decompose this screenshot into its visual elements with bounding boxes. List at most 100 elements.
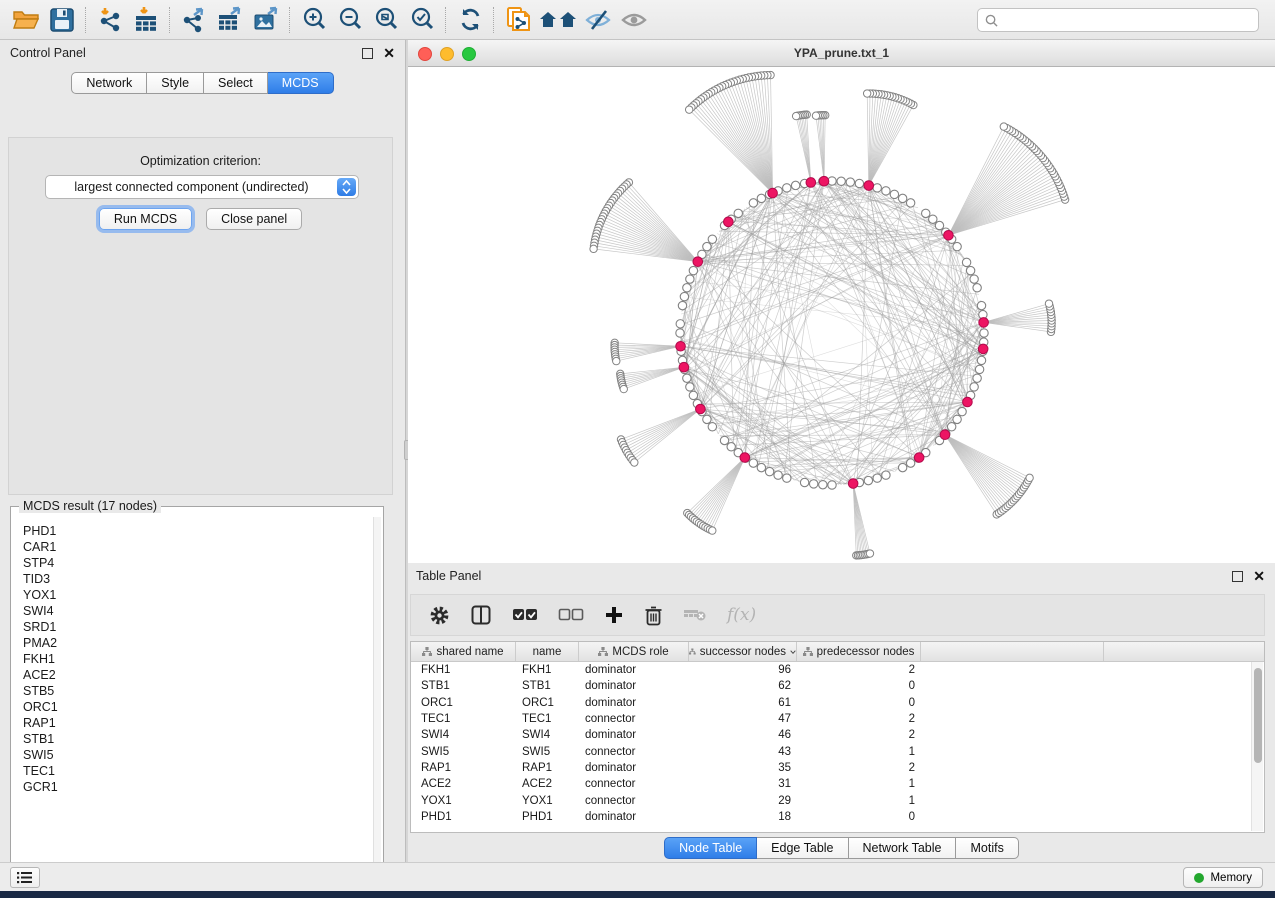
result-node-item[interactable]: SWI5 — [23, 747, 373, 763]
mcds-hub-node[interactable] — [978, 344, 988, 354]
table-row[interactable]: RAP1RAP1dominator352 — [411, 760, 1264, 776]
result-node-item[interactable]: STB1 — [23, 731, 373, 747]
ring-node[interactable] — [953, 415, 961, 423]
table-row[interactable]: PHD1PHD1dominator180 — [411, 809, 1264, 825]
ring-node[interactable] — [828, 481, 836, 489]
import-table-button[interactable] — [128, 4, 164, 36]
ring-node[interactable] — [929, 215, 937, 223]
run-mcds-button[interactable]: Run MCDS — [99, 208, 192, 230]
tab-select[interactable]: Select — [204, 72, 268, 94]
ring-node[interactable] — [973, 284, 981, 292]
table-row[interactable]: ORC1ORC1dominator610 — [411, 695, 1264, 711]
satellite-node[interactable] — [685, 106, 692, 113]
result-node-item[interactable]: GCR1 — [23, 779, 373, 795]
zoom-in-button[interactable] — [296, 4, 332, 36]
ring-node[interactable] — [703, 242, 711, 250]
result-node-item[interactable]: STP4 — [23, 555, 373, 571]
ring-node[interactable] — [970, 275, 978, 283]
close-table-panel-icon[interactable]: ✕ — [1253, 569, 1265, 583]
tab-node-table[interactable]: Node Table — [664, 837, 757, 859]
ring-node[interactable] — [676, 329, 684, 337]
add-column-button[interactable] — [604, 605, 624, 625]
tab-edge-table[interactable]: Edge Table — [757, 837, 848, 859]
close-panel-icon[interactable]: ✕ — [383, 46, 395, 60]
column-header-predecessor-nodes[interactable]: predecessor nodes — [797, 642, 921, 661]
ring-node[interactable] — [783, 184, 791, 192]
satellite-node[interactable] — [1045, 300, 1052, 307]
satellite-node[interactable] — [863, 90, 870, 97]
satellite-node[interactable] — [709, 527, 716, 534]
table-row[interactable]: FKH1FKH1dominator962 — [411, 662, 1264, 678]
ring-node[interactable] — [898, 194, 906, 202]
satellite-node[interactable] — [812, 112, 819, 119]
close-panel-button[interactable]: Close panel — [206, 208, 302, 230]
table-scrollbar-thumb[interactable] — [1254, 668, 1262, 763]
ring-node[interactable] — [708, 423, 716, 431]
result-node-item[interactable]: TEC1 — [23, 763, 373, 779]
mcds-hub-node[interactable] — [696, 404, 706, 414]
ring-node[interactable] — [757, 463, 765, 471]
export-network-button[interactable] — [176, 4, 212, 36]
ring-node[interactable] — [970, 383, 978, 391]
float-table-panel-icon[interactable] — [1232, 571, 1243, 582]
mcds-hub-node[interactable] — [979, 318, 989, 328]
network-canvas[interactable] — [408, 67, 1275, 564]
mcds-hub-node[interactable] — [914, 453, 924, 463]
table-scrollbar[interactable] — [1251, 662, 1263, 831]
table-row[interactable]: STB1STB1dominator620 — [411, 678, 1264, 694]
first-neighbors-button[interactable] — [536, 4, 580, 36]
mcds-hub-node[interactable] — [693, 257, 703, 267]
ring-node[interactable] — [873, 474, 881, 482]
ring-node[interactable] — [689, 391, 697, 399]
ring-node[interactable] — [749, 459, 757, 467]
ring-node[interactable] — [703, 415, 711, 423]
tab-network[interactable]: Network — [71, 72, 147, 94]
satellite-node[interactable] — [792, 112, 799, 119]
satellite-node[interactable] — [631, 459, 638, 466]
deselect-all-rows-button[interactable] — [558, 607, 584, 623]
close-window-icon[interactable] — [418, 47, 432, 61]
duplicate-network-button[interactable] — [500, 4, 536, 36]
result-node-item[interactable]: YOX1 — [23, 587, 373, 603]
ring-node[interactable] — [686, 383, 694, 391]
result-node-item[interactable]: TID3 — [23, 571, 373, 587]
ring-node[interactable] — [966, 266, 974, 274]
result-node-item[interactable]: SWI4 — [23, 603, 373, 619]
ring-node[interactable] — [819, 481, 827, 489]
ring-node[interactable] — [977, 356, 985, 364]
ring-node[interactable] — [800, 478, 808, 486]
result-node-item[interactable]: FKH1 — [23, 651, 373, 667]
function-builder-button[interactable]: f(x) — [727, 605, 756, 625]
satellite-node[interactable] — [613, 357, 620, 364]
ring-node[interactable] — [783, 474, 791, 482]
satellite-node[interactable] — [590, 245, 597, 252]
ring-node[interactable] — [953, 242, 961, 250]
ring-node[interactable] — [864, 476, 872, 484]
ring-node[interactable] — [962, 258, 970, 266]
result-node-item[interactable]: PHD1 — [23, 523, 373, 539]
result-list-scrollbar[interactable] — [373, 517, 381, 875]
result-node-item[interactable]: CAR1 — [23, 539, 373, 555]
select-all-rows-button[interactable] — [512, 607, 538, 623]
panel-list-button[interactable] — [10, 867, 40, 888]
ring-node[interactable] — [680, 292, 688, 300]
tab-network-table[interactable]: Network Table — [849, 837, 957, 859]
table-row[interactable]: SWI4SWI4dominator462 — [411, 727, 1264, 743]
delete-rows-button[interactable] — [644, 605, 663, 626]
ring-node[interactable] — [837, 177, 845, 185]
maximize-window-icon[interactable] — [462, 47, 476, 61]
ring-node[interactable] — [855, 179, 863, 187]
refresh-button[interactable] — [452, 4, 488, 36]
export-image-button[interactable] — [248, 4, 284, 36]
mcds-hub-node[interactable] — [679, 362, 689, 372]
zoom-fit-button[interactable] — [368, 4, 404, 36]
ring-node[interactable] — [678, 301, 686, 309]
ring-node[interactable] — [676, 320, 684, 328]
ring-node[interactable] — [906, 199, 914, 207]
ring-node[interactable] — [873, 184, 881, 192]
show-columns-button[interactable] — [470, 604, 492, 626]
result-node-item[interactable]: PMA2 — [23, 635, 373, 651]
show-all-button[interactable] — [616, 4, 652, 36]
mcds-hub-node[interactable] — [864, 181, 874, 191]
delete-column-button[interactable] — [683, 607, 707, 623]
